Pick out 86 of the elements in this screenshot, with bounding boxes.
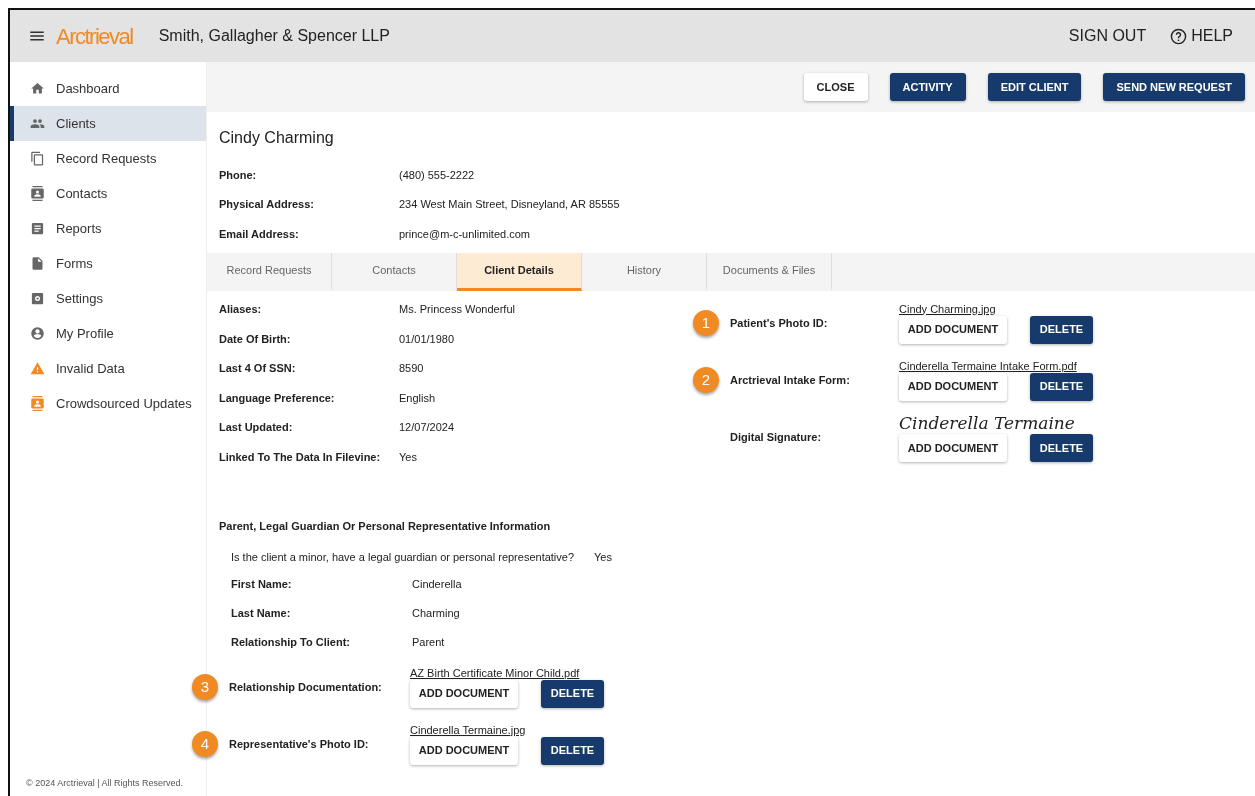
file-link[interactable]: Cindy Charming.jpg [899, 302, 1093, 316]
add-document-button[interactable]: ADD DOCUMENT [899, 434, 1007, 462]
file-link[interactable]: AZ Birth Certificate Minor Child.pdf [410, 666, 604, 680]
file-link[interactable]: Cinderella Termaine.jpg [410, 723, 604, 737]
field-label: Date Of Birth: [219, 331, 292, 347]
file-link[interactable]: Cinderella Termaine Intake Form.pdf [899, 359, 1093, 373]
number-badge: 3 [192, 674, 218, 700]
logo: Arctrieval [56, 22, 133, 51]
add-document-button[interactable]: ADD DOCUMENT [410, 736, 518, 765]
number-badge: 2 [693, 367, 719, 393]
contact-card-icon [30, 186, 45, 201]
sidebar-item[interactable]: Reports [10, 211, 206, 246]
field-label: Phone: [219, 167, 258, 183]
field-value: Cinderella [412, 576, 463, 592]
field-value: (480) 555-2222 [399, 167, 476, 183]
field-label: Linked To The Data In Filevine: [219, 449, 382, 465]
question-text: Is the client a minor, have a legal guardian or personal representative? [231, 550, 575, 565]
tab[interactable]: History [582, 252, 707, 291]
delete-button[interactable]: DELETE [1030, 315, 1093, 344]
field-label: Patient's Photo ID: [730, 315, 829, 331]
sidebar-item[interactable]: Settings [10, 281, 206, 316]
field-value: prince@m-c-unlimited.com [399, 226, 531, 242]
sidebar-item[interactable]: Invalid Data [10, 351, 206, 386]
sidebar-item[interactable]: Record Requests [10, 141, 206, 176]
delete-button[interactable]: DELETE [1030, 434, 1093, 462]
warning-icon [30, 361, 45, 376]
field-value: Charming [412, 605, 461, 621]
home-icon [30, 81, 45, 96]
field-label: Language Preference: [219, 390, 336, 406]
field-label: Last Updated: [219, 420, 294, 435]
field-label: Relationship To Client: [231, 634, 351, 650]
copyright-text: © 2024 Arctrieval | All Rights Reserved. [25, 776, 185, 790]
sidebar-item[interactable]: My Profile [10, 316, 206, 351]
copy-icon [30, 151, 45, 166]
field-label: Email Address: [219, 226, 300, 242]
firm-name: Smith, Gallagher & Spencer LLP [158, 26, 390, 46]
field-label: Aliases: [219, 302, 263, 317]
section-heading: Parent, Legal Guardian Or Personal Representative Information [219, 518, 552, 534]
people-icon [30, 116, 45, 131]
client-name: Cindy Charming [219, 128, 335, 148]
sidebar-item[interactable]: Clients [10, 106, 206, 141]
field-value: 01/01/1980 [399, 331, 456, 347]
field-value: Parent [412, 634, 446, 650]
add-document-button[interactable]: ADD DOCUMENT [410, 679, 518, 708]
field-label: Arctrieval Intake Form: [730, 372, 851, 388]
help-link[interactable]: HELP [1170, 24, 1233, 48]
sidebar-item[interactable]: Dashboard [10, 71, 206, 106]
field-label: Representative's Photo ID: [229, 736, 370, 752]
tab[interactable]: Documents & Files [707, 252, 832, 291]
add-document-button[interactable]: ADD DOCUMENT [899, 372, 1007, 401]
toolbar-button[interactable]: ACTIVITY [889, 73, 966, 101]
delete-button[interactable]: DELETE [541, 736, 604, 765]
toolbar-button[interactable]: CLOSE [803, 73, 868, 101]
delete-button[interactable]: DELETE [541, 679, 604, 708]
contact-card-icon [30, 396, 45, 411]
number-badge: 1 [693, 310, 719, 336]
settings-icon [30, 291, 45, 306]
field-value: English [399, 390, 437, 406]
sign-out-link[interactable]: SIGN OUT [1068, 24, 1147, 48]
field-label: First Name: [231, 576, 293, 592]
field-value: 234 West Main Street, Disneyland, AR 85555 [399, 197, 621, 212]
field-value: Yes [399, 449, 418, 465]
sidebar-item[interactable]: Crowdsourced Updates [10, 386, 206, 421]
field-label: Last Name: [231, 605, 292, 621]
field-label: Physical Address: [219, 197, 315, 212]
toolbar-button[interactable]: EDIT CLIENT [987, 73, 1082, 101]
field-label: Digital Signature: [730, 429, 823, 445]
delete-button[interactable]: DELETE [1030, 372, 1093, 401]
field-label: Relationship Documentation: [229, 679, 383, 695]
field-value: Ms. Princess Wonderful [399, 302, 516, 317]
signature: Cinderella Termaine [899, 412, 1076, 434]
help-icon [1170, 27, 1188, 45]
add-document-button[interactable]: ADD DOCUMENT [899, 315, 1007, 344]
tab[interactable]: Client Details [457, 252, 582, 291]
field-value: 12/07/2024 [399, 420, 456, 435]
document-icon [30, 256, 45, 271]
field-label: Last 4 Of SSN: [219, 361, 297, 376]
sidebar-item[interactable]: Forms [10, 246, 206, 281]
answer-value: Yes [594, 550, 612, 565]
report-icon [30, 221, 45, 236]
sidebar-item[interactable]: Contacts [10, 176, 206, 211]
profile-icon [30, 326, 45, 341]
field-value: 8590 [399, 361, 425, 376]
tab[interactable]: Record Requests [207, 252, 332, 291]
toolbar-button[interactable]: SEND NEW REQUEST [1103, 73, 1245, 101]
number-badge: 4 [192, 731, 218, 757]
